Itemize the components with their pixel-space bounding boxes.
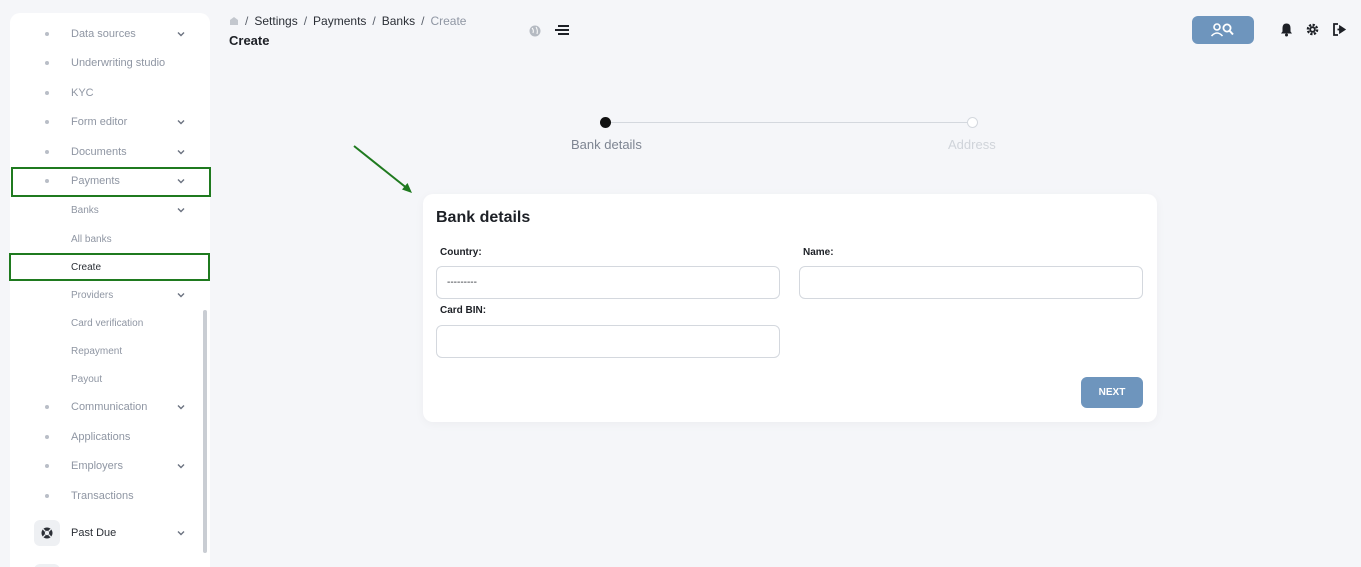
- card-title: Bank details: [436, 209, 531, 226]
- country-select[interactable]: [436, 266, 780, 299]
- name-field[interactable]: [799, 266, 1143, 299]
- bullet-icon: [45, 179, 49, 183]
- sidebar-item-label: Card verification: [71, 317, 144, 329]
- bullet-icon: [45, 61, 49, 65]
- annotation-arrow-icon: [353, 145, 412, 193]
- bullet-icon: [45, 120, 49, 124]
- sidebar-item-label: Providers: [71, 289, 114, 301]
- sidebar-item-label: Data sources: [71, 28, 136, 40]
- step-label-address[interactable]: Address: [948, 137, 996, 152]
- bullet-icon: [45, 32, 49, 36]
- chevron-down-icon[interactable]: [175, 527, 187, 539]
- next-button[interactable]: NEXT: [1081, 377, 1143, 408]
- chevron-down-icon[interactable]: [175, 116, 187, 128]
- sidebar-item-providers[interactable]: Providers: [10, 285, 210, 305]
- sidebar-item-label: Transactions: [71, 490, 134, 502]
- sidebar-item-kyc[interactable]: KYC: [10, 83, 210, 103]
- sidebar-item-label: Form editor: [71, 116, 128, 128]
- sidebar-item-applications[interactable]: Applications: [10, 427, 210, 447]
- breadcrumb-banks[interactable]: Banks: [382, 14, 415, 28]
- user-search-icon: [1210, 23, 1234, 37]
- sidebar-item-label: Banks: [71, 204, 99, 216]
- sidebar-item-label: KYC: [71, 87, 94, 99]
- sidebar-item-documents[interactable]: Documents: [10, 142, 210, 162]
- sidebar-item-communication[interactable]: Communication: [10, 397, 210, 417]
- sidebar-item-label: All banks: [71, 233, 112, 245]
- logout-icon[interactable]: [1332, 22, 1347, 37]
- sidebar-item-form-editor[interactable]: Form editor: [10, 112, 210, 132]
- bank-details-card: Bank details Country: Name: Card BIN: NE…: [423, 194, 1157, 422]
- sidebar-item-payout[interactable]: Payout: [10, 369, 210, 389]
- chevron-down-icon[interactable]: [175, 401, 187, 413]
- sidebar: Data sources Underwriting studio KYC For…: [10, 13, 210, 567]
- card-bin-field[interactable]: [436, 325, 780, 358]
- bullet-icon: [45, 150, 49, 154]
- sidebar-item-past-due[interactable]: Past Due: [10, 523, 210, 543]
- bullet-icon: [45, 494, 49, 498]
- menu-toggle-icon[interactable]: [555, 24, 569, 36]
- step-indicator: [967, 117, 978, 128]
- breadcrumb-settings[interactable]: Settings: [254, 14, 297, 28]
- chevron-down-icon[interactable]: [175, 146, 187, 158]
- bullet-icon: [45, 91, 49, 95]
- sidebar-item-payments[interactable]: Payments: [10, 171, 210, 191]
- sidebar-item-banks[interactable]: Banks: [10, 200, 210, 220]
- sidebar-item-label: Underwriting studio: [71, 57, 166, 69]
- stepper-line: [606, 122, 972, 123]
- sidebar-item-transactions[interactable]: Transactions: [10, 486, 210, 506]
- card-bin-label: Card BIN:: [440, 305, 487, 316]
- sidebar-item-label: Employers: [71, 460, 123, 472]
- sidebar-item-label: Payments: [71, 175, 120, 187]
- sidebar-item-label: Payout: [71, 373, 103, 385]
- chevron-down-icon[interactable]: [175, 175, 187, 187]
- sidebar-scrollbar[interactable]: [203, 310, 207, 553]
- bullet-icon: [45, 464, 49, 468]
- sidebar-item-data-sources[interactable]: Data sources: [10, 24, 210, 44]
- chevron-down-icon[interactable]: [175, 289, 187, 301]
- step-indicator-active: [600, 117, 611, 128]
- chevron-down-icon[interactable]: [175, 460, 187, 472]
- breadcrumb-create: Create: [430, 14, 467, 28]
- sidebar-item-label: Repayment: [71, 345, 123, 357]
- chevron-down-icon[interactable]: [175, 28, 187, 40]
- sidebar-item-label: Past Due: [71, 527, 117, 539]
- breadcrumb-payments[interactable]: Payments: [313, 14, 366, 28]
- globe-icon[interactable]: [529, 25, 541, 37]
- step-label-bank-details[interactable]: Bank details: [571, 137, 642, 152]
- sidebar-item-create[interactable]: Create: [10, 257, 210, 277]
- bullet-icon: [45, 435, 49, 439]
- sidebar-item-label: Documents: [71, 146, 127, 158]
- name-label: Name:: [803, 247, 834, 258]
- chevron-down-icon[interactable]: [175, 204, 187, 216]
- sidebar-item-all-banks[interactable]: All banks: [10, 229, 210, 249]
- sidebar-item-card-verification[interactable]: Card verification: [10, 313, 210, 333]
- sidebar-item-label: Applications: [71, 431, 131, 443]
- bullet-icon: [45, 405, 49, 409]
- bell-icon[interactable]: [1279, 22, 1294, 37]
- sidebar-item-repayment[interactable]: Repayment: [10, 341, 210, 361]
- user-search-button[interactable]: [1192, 16, 1254, 44]
- country-label: Country:: [440, 247, 482, 258]
- gear-icon[interactable]: [1305, 22, 1320, 37]
- sidebar-item-label: Create: [71, 261, 102, 273]
- breadcrumb: / Settings / Payments / Banks / Create: [229, 14, 466, 28]
- sidebar-item-label: Communication: [71, 401, 148, 413]
- home-icon[interactable]: [229, 16, 239, 26]
- sidebar-item-employers[interactable]: Employers: [10, 456, 210, 476]
- page-title: Create: [229, 33, 270, 48]
- sidebar-item-underwriting-studio[interactable]: Underwriting studio: [10, 53, 210, 73]
